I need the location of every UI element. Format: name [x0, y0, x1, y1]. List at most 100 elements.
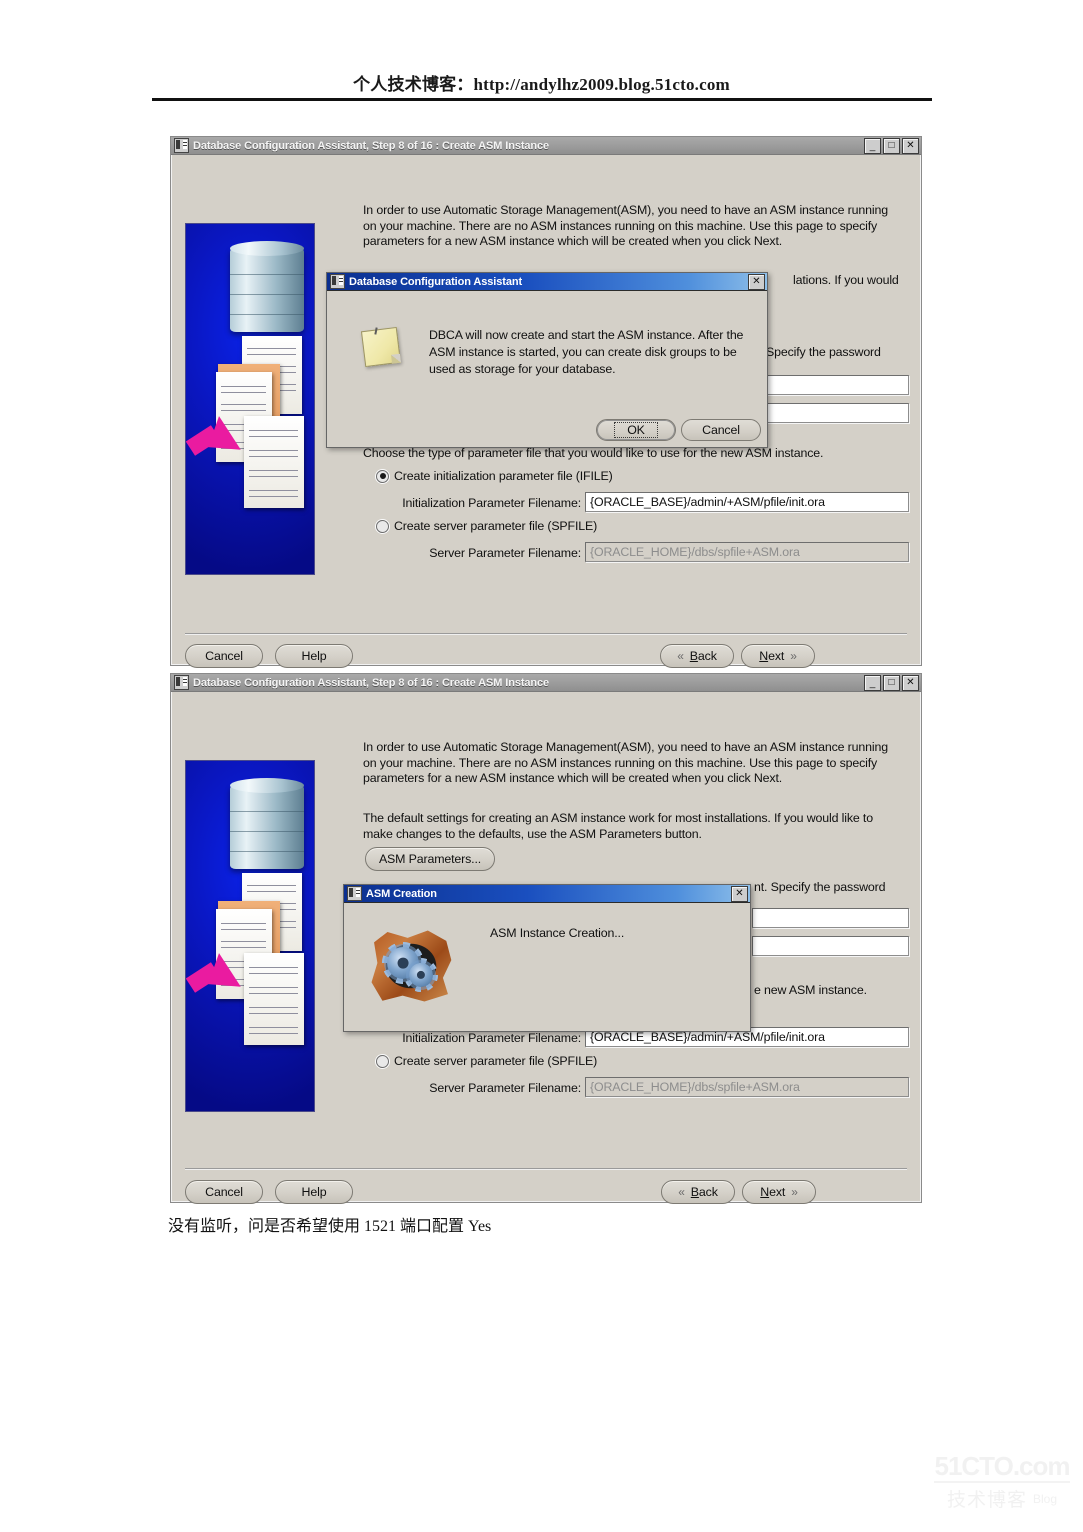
radio-spfile-2[interactable]: Create server parameter file (SPFILE) — [376, 1054, 597, 1068]
cancel-button-2[interactable]: Cancel — [185, 1180, 263, 1204]
page-header: 个人技术博客：http://andylhz2009.blog.51cto.com — [0, 70, 1083, 95]
chevron-right-icon: » — [790, 649, 797, 663]
page-caption: 没有监听，问是否希望使用 1521 端口配置 Yes — [168, 1218, 492, 1235]
wizard-illustration-1 — [185, 223, 315, 575]
next-button-1[interactable]: Next » — [741, 644, 815, 668]
dialog1-titlebar[interactable]: Database Configuration Assistant ✕ — [327, 273, 767, 291]
document-icon-front — [244, 953, 304, 1045]
radio-ifile-label: Create initialization parameter file (IF… — [394, 469, 613, 483]
asm-parameters-button[interactable]: ASM Parameters... — [365, 847, 495, 871]
close-icon: ✕ — [906, 139, 915, 151]
asm-creation-status: ASM Instance Creation... — [490, 926, 625, 940]
intro-paragraph-2: In order to use Automatic Storage Manage… — [363, 740, 888, 785]
window1-titlebar[interactable]: Database Configuration Assistant, Step 8… — [171, 137, 921, 155]
dialog1-body: DBCA will now create and start the ASM i… — [327, 291, 767, 448]
radio-ifile-1[interactable]: Create initialization parameter file (IF… — [376, 469, 613, 483]
ok-button-label: OK — [614, 422, 658, 438]
ok-button[interactable]: OK — [596, 419, 676, 441]
dbca-confirm-dialog: Database Configuration Assistant ✕ DBCA … — [326, 272, 768, 448]
dbca-window-1: Database Configuration Assistant, Step 8… — [170, 136, 922, 668]
gears-brick-icon — [371, 930, 452, 1002]
back-button-label-1: Back — [689, 649, 717, 663]
watermark-blog-label: Blog — [1032, 1492, 1058, 1506]
minimize-button[interactable]: _ — [864, 674, 881, 691]
close-button[interactable]: ✕ — [902, 137, 919, 154]
dialog2-body: ASM Instance Creation... — [344, 903, 750, 1032]
minimize-button[interactable]: _ — [864, 137, 881, 154]
password-label-tail-1: Specify the password — [766, 345, 881, 359]
header-divider — [152, 98, 932, 101]
dialog-application-icon — [347, 886, 362, 901]
next-button-label-2: Next — [760, 1185, 786, 1199]
back-button-2[interactable]: « Back — [661, 1180, 735, 1204]
help-button-1[interactable]: Help — [275, 644, 353, 668]
radio-ifile-indicator — [376, 469, 389, 483]
confirm-password-field-2[interactable] — [752, 936, 909, 956]
window1-title: Database Configuration Assistant, Step 8… — [193, 139, 550, 152]
maximize-button[interactable]: □ — [883, 137, 900, 154]
intro-paragraph-1: In order to use Automatic Storage Manage… — [363, 203, 888, 248]
application-icon — [174, 138, 189, 153]
window2-titlebar[interactable]: Database Configuration Assistant, Step 8… — [171, 674, 921, 692]
maximize-button[interactable]: □ — [883, 674, 900, 691]
dialog2-title: ASM Creation — [366, 887, 437, 900]
dialog1-title: Database Configuration Assistant — [349, 275, 523, 288]
database-cylinder-icon — [230, 778, 304, 869]
gear-icon-small — [404, 958, 438, 992]
sys-password-field-1[interactable] — [767, 375, 909, 395]
defaults-paragraph-tail-1: lations. If you would — [793, 273, 899, 287]
dialog2-titlebar[interactable]: ASM Creation ✕ — [344, 885, 750, 903]
help-button-2[interactable]: Help — [275, 1180, 353, 1204]
password-label-tail-2: nt. Specify the password — [754, 880, 886, 894]
close-icon: ✕ — [906, 676, 915, 688]
window1-body: In order to use Automatic Storage Manage… — [171, 155, 921, 668]
page-header-text: 个人技术博客：http://andylhz2009.blog.51cto.com — [353, 75, 730, 94]
minimize-icon: _ — [869, 140, 876, 152]
maximize-icon: □ — [888, 676, 895, 688]
dialog1-message: DBCA will now create and start the ASM i… — [429, 328, 744, 376]
application-icon — [174, 675, 189, 690]
sys-password-field-2[interactable] — [752, 908, 909, 928]
init-param-label-2: Initialization Parameter Filename: — [402, 1031, 581, 1045]
cancel-button-1[interactable]: Cancel — [185, 644, 263, 668]
init-param-input-1[interactable]: {ORACLE_BASE}/admin/+ASM/pfile/init.ora — [585, 492, 909, 512]
dialog2-close-button[interactable]: ✕ — [731, 885, 748, 902]
next-button-2[interactable]: Next » — [742, 1180, 816, 1204]
window2-title: Database Configuration Assistant, Step 8… — [193, 676, 550, 689]
dialog1-controls: ✕ — [748, 273, 765, 290]
chevron-right-icon: » — [791, 1185, 798, 1199]
defaults-paragraph-2: The default settings for creating an ASM… — [363, 811, 873, 841]
footer-divider-1 — [185, 633, 907, 634]
server-param-label-1: Server Parameter Filename: — [429, 546, 581, 560]
dialog1-cancel-button[interactable]: Cancel — [681, 419, 761, 441]
dbca-window-2: Database Configuration Assistant, Step 8… — [170, 673, 922, 1204]
maximize-icon: □ — [888, 139, 895, 151]
radio-spfile-indicator — [376, 519, 389, 533]
dialog-application-icon — [330, 274, 345, 289]
note-icon — [360, 326, 402, 368]
dialog2-controls: ✕ — [731, 885, 748, 902]
site-watermark: 51CTO.com 技术博客 Blog — [928, 1452, 1076, 1514]
document-icon-front — [244, 416, 304, 508]
close-icon: ✕ — [752, 275, 761, 287]
back-button-1[interactable]: « Back — [660, 644, 734, 668]
radio-spfile-label: Create server parameter file (SPFILE) — [394, 519, 598, 533]
server-param-input-1: {ORACLE_HOME}/dbs/spfile+ASM.ora — [585, 542, 909, 562]
minimize-icon: _ — [869, 677, 876, 689]
chevron-left-icon: « — [677, 649, 684, 663]
choose-parameter-file-tail-2: e new ASM instance. — [754, 983, 867, 997]
radio-spfile-indicator — [376, 1054, 389, 1068]
wizard-illustration-2 — [185, 760, 315, 1112]
watermark-brand: 51CTO.com — [934, 1451, 1070, 1481]
window2-controls: _ □ ✕ — [864, 674, 919, 691]
close-button[interactable]: ✕ — [902, 674, 919, 691]
radio-spfile-1[interactable]: Create server parameter file (SPFILE) — [376, 519, 597, 533]
choose-parameter-file-text-1: Choose the type of parameter file that y… — [363, 446, 824, 460]
window1-controls: _ □ ✕ — [864, 137, 919, 154]
window2-body: In order to use Automatic Storage Manage… — [171, 692, 921, 1204]
dialog1-close-button[interactable]: ✕ — [748, 273, 765, 290]
database-cylinder-icon — [230, 241, 304, 332]
confirm-password-field-1[interactable] — [767, 403, 909, 423]
chevron-left-icon: « — [678, 1185, 685, 1199]
server-param-input-2: {ORACLE_HOME}/dbs/spfile+ASM.ora — [585, 1077, 909, 1097]
